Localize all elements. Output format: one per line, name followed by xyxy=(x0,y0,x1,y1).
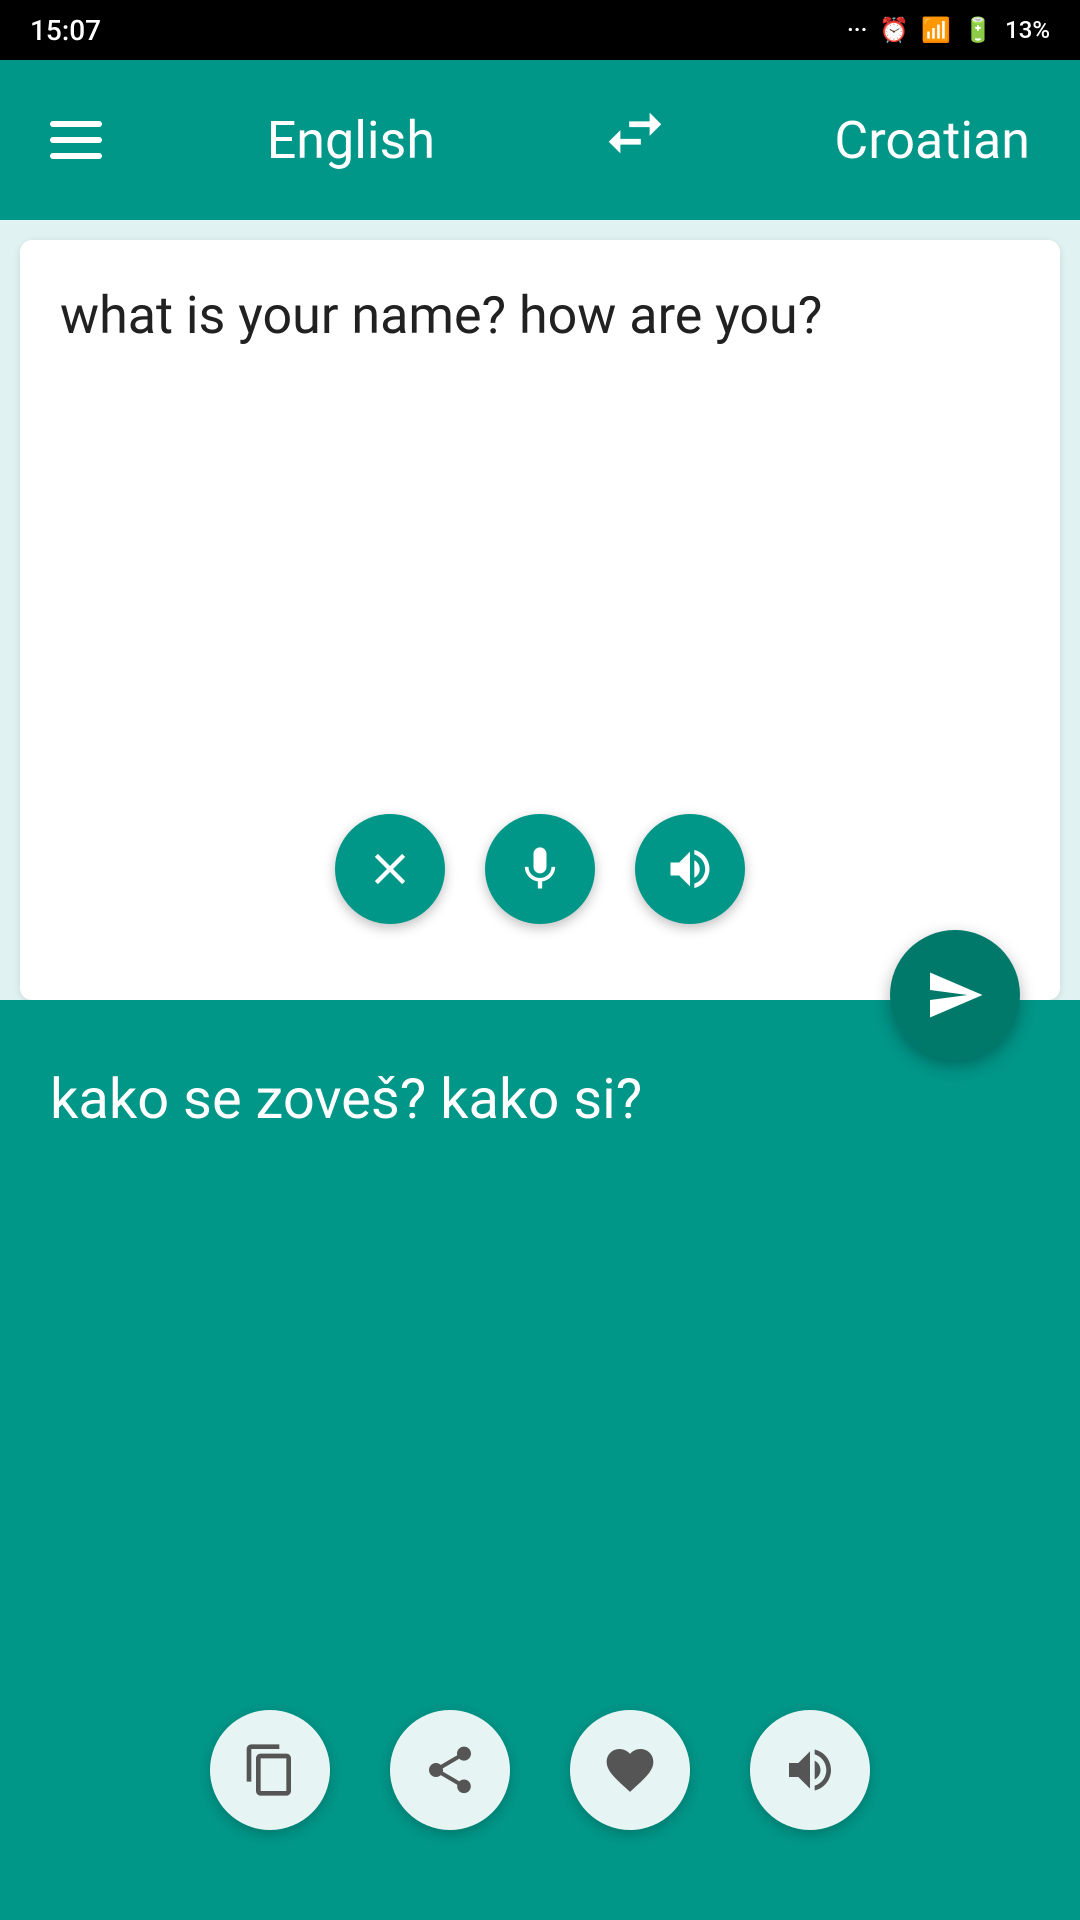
microphone-button[interactable] xyxy=(485,814,595,924)
status-icons: ··· ⏰ 📶 🔋 13% xyxy=(847,16,1050,44)
main-content: kako se zoveš? kako si? xyxy=(0,220,1080,1920)
input-panel xyxy=(20,240,1060,1000)
target-language[interactable]: Croatian xyxy=(834,110,1030,171)
menu-button[interactable] xyxy=(50,121,102,159)
translate-button[interactable] xyxy=(890,930,1020,1060)
clear-button[interactable] xyxy=(335,814,445,924)
sim-icon: 📶 xyxy=(921,16,951,44)
speak-source-button[interactable] xyxy=(635,814,745,924)
input-action-buttons xyxy=(60,814,1020,924)
copy-button[interactable] xyxy=(210,1710,330,1830)
output-panel: kako se zoveš? kako si? xyxy=(0,1000,1080,1920)
speak-output-button[interactable] xyxy=(750,1710,870,1830)
dots-icon: ··· xyxy=(847,16,867,44)
favorite-button[interactable] xyxy=(570,1710,690,1830)
status-time: 15:07 xyxy=(30,14,101,47)
output-action-buttons xyxy=(50,1710,1030,1830)
source-language[interactable]: English xyxy=(267,110,435,171)
status-bar: 15:07 ··· ⏰ 📶 🔋 13% xyxy=(0,0,1080,60)
share-button[interactable] xyxy=(390,1710,510,1830)
source-text-input[interactable] xyxy=(60,280,1020,780)
swap-languages-button[interactable] xyxy=(600,98,670,183)
alarm-icon: ⏰ xyxy=(879,16,909,44)
translated-text: kako se zoveš? kako si? xyxy=(50,1060,1030,1138)
toolbar: English Croatian xyxy=(0,60,1080,220)
battery-icon: 🔋 xyxy=(963,16,993,44)
battery-percent: 13% xyxy=(1005,16,1050,44)
